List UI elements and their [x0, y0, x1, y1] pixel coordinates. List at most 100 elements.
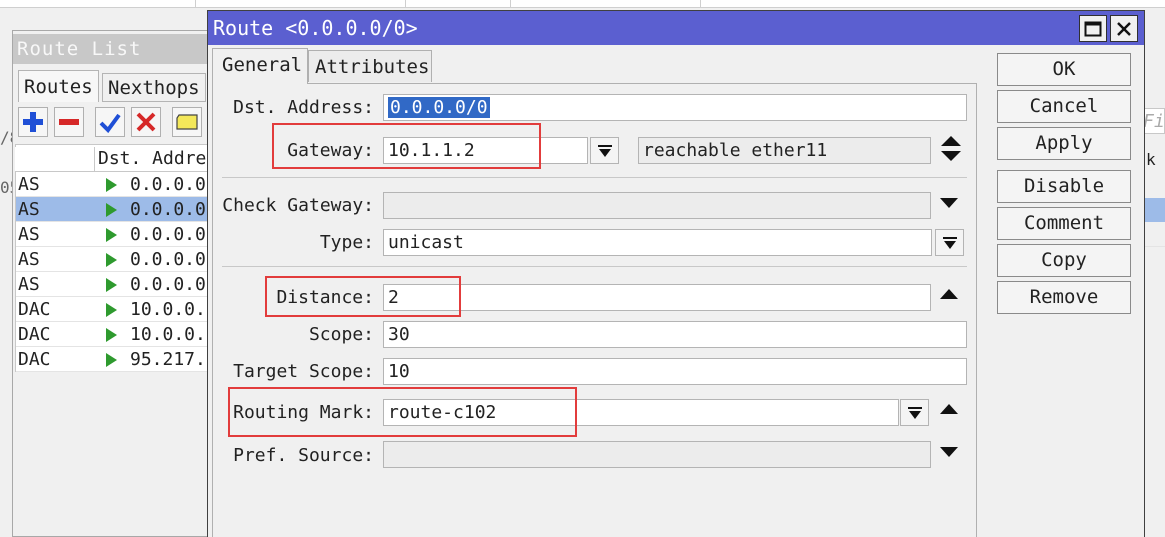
pref-source-label: Pref. Source: [233, 445, 374, 466]
table-row[interactable]: AS 0.0.0.0 [16, 222, 211, 247]
gateway-up-down-button[interactable] [940, 135, 962, 163]
route-dst-address: 0.0.0.0 [130, 199, 206, 220]
route-type: AS [18, 249, 40, 270]
type-label: Type: [319, 232, 374, 253]
table-row[interactable]: AS 0.0.0.0 [16, 247, 211, 272]
active-route-icon [106, 353, 117, 367]
check-gateway-field[interactable] [383, 192, 931, 219]
comment-note-icon [176, 114, 198, 130]
table-row[interactable]: DAC 95.217. [16, 347, 211, 372]
active-route-icon [106, 228, 117, 242]
chevron-up-icon [940, 289, 958, 299]
chevron-down-icon [940, 447, 958, 457]
ok-button[interactable]: OK [997, 53, 1131, 86]
table-row[interactable]: DAC 10.0.0. [16, 322, 211, 347]
route-type: AS [18, 174, 40, 195]
distance-field[interactable]: 2 [383, 284, 931, 311]
check-gateway-label: Check Gateway: [222, 195, 374, 216]
route-dst-address: 0.0.0.0 [130, 174, 206, 195]
enable-check-icon [99, 113, 121, 133]
dst-address-field[interactable]: 0.0.0.0/0 [383, 94, 967, 121]
pref-source-field[interactable] [383, 441, 931, 468]
routing-mark-collapse[interactable] [940, 404, 958, 414]
enable-button[interactable] [95, 107, 125, 137]
active-route-icon [106, 303, 117, 317]
target-scope-label: Target Scope: [233, 361, 374, 382]
route-type: AS [18, 199, 40, 220]
route-type: AS [18, 224, 40, 245]
scope-field[interactable]: 30 [383, 321, 967, 348]
tab-nexthops[interactable]: Nexthops [102, 73, 206, 102]
active-route-icon [106, 203, 117, 217]
gateway-dropdown[interactable] [590, 137, 619, 164]
up-down-icon [941, 136, 961, 161]
dialog-title: Route <0.0.0.0/0> [208, 11, 1144, 45]
copy-button[interactable]: Copy [997, 244, 1131, 277]
active-route-icon [106, 328, 117, 342]
disable-x-icon [136, 112, 156, 132]
route-type: AS [18, 274, 40, 295]
table-row[interactable]: AS 0.0.0.0 [16, 172, 211, 197]
route-type: DAC [18, 349, 51, 370]
disable-button[interactable] [131, 107, 161, 137]
route-type: DAC [18, 299, 51, 320]
tab-routes[interactable]: Routes [18, 70, 99, 102]
maximize-button[interactable] [1079, 15, 1107, 42]
section-divider [222, 177, 967, 178]
active-route-icon [106, 253, 117, 267]
route-dst-address: 10.0.0. [130, 324, 206, 345]
tab-attributes[interactable]: Attributes [308, 50, 432, 82]
route-dst-address: 0.0.0.0 [130, 224, 206, 245]
route-dst-address: 0.0.0.0 [130, 274, 206, 295]
route-dst-address: 95.217. [130, 349, 206, 370]
cancel-button[interactable]: Cancel [997, 90, 1131, 123]
type-dropdown[interactable] [935, 229, 964, 256]
target-scope-field[interactable]: 10 [383, 358, 967, 385]
dropdown-icon [907, 406, 922, 419]
dst-address-label: Dst. Address: [233, 97, 374, 118]
active-route-icon [106, 178, 117, 192]
table-row[interactable]: AS 0.0.0.0 [16, 197, 211, 222]
route-list-title: Route List [13, 34, 211, 64]
close-icon [1117, 21, 1131, 36]
maximize-icon [1084, 21, 1102, 36]
scope-label: Scope: [308, 324, 374, 345]
route-type: DAC [18, 324, 51, 345]
dropdown-icon [942, 236, 957, 249]
comment-button[interactable] [172, 107, 202, 137]
route-dst-address: 10.0.0. [130, 299, 206, 320]
row-divider [1145, 246, 1165, 247]
add-icon [23, 112, 43, 132]
pref-source-dropdown[interactable] [940, 447, 958, 457]
table-row[interactable]: DAC 10.0.0. [16, 297, 211, 322]
highlight-box-distance [265, 276, 461, 317]
column-divider [94, 147, 95, 172]
distance-collapse[interactable] [940, 289, 958, 299]
remove-button[interactable]: Remove [997, 281, 1131, 314]
background-window-edge [1145, 8, 1165, 537]
disable-button[interactable]: Disable [997, 170, 1131, 203]
dropdown-icon [597, 144, 612, 157]
chevron-down-icon [940, 198, 958, 208]
active-route-icon [106, 278, 117, 292]
chevron-up-icon [940, 404, 958, 414]
close-button[interactable] [1110, 15, 1138, 42]
column-header-fragment: k [1146, 150, 1156, 169]
comment-button[interactable]: Comment [997, 207, 1131, 240]
gateway-status: reachable ether11 [638, 137, 931, 164]
routing-mark-dropdown[interactable] [900, 399, 929, 426]
section-divider [222, 266, 967, 267]
route-dst-address: 0.0.0.0 [130, 249, 206, 270]
tab-general[interactable]: General [212, 48, 308, 84]
column-dst-address[interactable]: Dst. Addre [98, 148, 206, 170]
table-row[interactable]: AS 0.0.0.0 [16, 272, 211, 297]
remove-icon [59, 119, 79, 125]
type-field[interactable]: unicast [383, 229, 932, 256]
highlight-box-routing-mark [228, 387, 577, 437]
highlight-box-gateway [272, 123, 541, 169]
apply-button[interactable]: Apply [997, 127, 1131, 160]
add-button[interactable] [18, 107, 48, 137]
check-gateway-dropdown[interactable] [940, 198, 958, 208]
background-window-strip [0, 0, 1165, 8]
remove-button[interactable] [54, 107, 84, 137]
